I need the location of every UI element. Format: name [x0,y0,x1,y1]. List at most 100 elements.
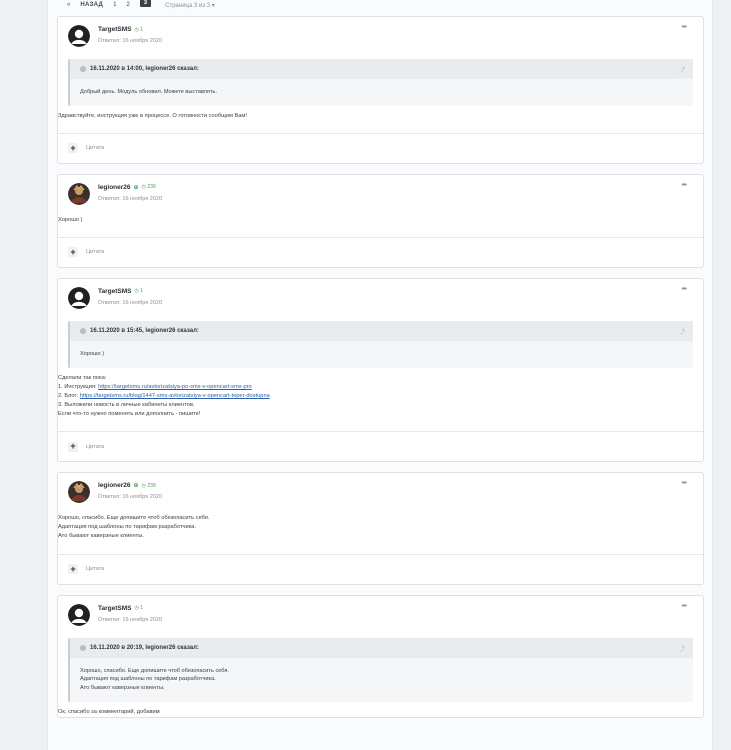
verified-icon: ⊕ [133,483,139,490]
post-content: Ок, спасибо за комментарий, добавим [58,702,703,717]
back-link[interactable]: НАЗАД [80,2,103,8]
post-line: Ок, спасибо за комментарий, добавим [58,708,160,715]
quote-header: 16.11.2020 в 14:00, legioner26 сказал: ⤴ [70,59,693,79]
post-date: Ответил: 16 ноября 2020 [98,38,162,44]
quote-icon [80,66,86,72]
post-header: legioner26 ⊕ ◷ 239 Ответил: 16 ноября 2020 •… [58,175,703,211]
multiquote-plus-button[interactable]: + [68,247,78,258]
more-options-icon[interactable]: ••• [682,24,687,31]
topic-container: « НАЗАД 1 2 3 Страница 3 из 3 ▾ TargetSM… [57,0,704,728]
quote-citation[interactable]: 16.11.2020 в 14:00, legioner26 сказал: [90,66,199,72]
post-header: TargetSMS ◷ 1 Ответил: 16 ноября 2020 ••• [58,17,703,53]
quote-line: Хорошо, спасибо. Еще допишите чтоб обезо… [80,667,229,674]
quote-button[interactable]: Цитата [86,444,104,450]
reputation-badge: ◷ 239 [141,482,156,489]
verified-icon: ⊕ [133,184,139,191]
post-link[interactable]: https://targetsms.ru/blog/1447-sms-avtor… [80,393,270,399]
post-list: TargetSMS ◷ 1 Ответил: 16 ноября 2020 ••• 16… [57,16,704,718]
reputation-count: 239 [147,482,156,489]
post-content: Хорошо ) [58,211,703,225]
post-line-text: 3. Выложили новость в личные кабинеты кл… [58,401,195,408]
post-line: Здравствуйте, инструкция уже в процессе.… [58,112,247,119]
avatar[interactable] [68,25,90,47]
share-arrow-icon[interactable]: ⤴ [679,65,685,74]
post-header: TargetSMS ◷ 1 Ответил: 16 ноября 2020 ••• [58,279,703,315]
author-line: legioner26 ⊕ ◷ 239 [98,482,156,489]
reputation-count: 1 [140,288,144,295]
post-line: Хорошо ) [58,216,83,223]
post-line: 2. Блог: https://targetsms.ru/blog/1447-… [58,392,703,401]
reputation-count: 239 [147,184,156,191]
multiquote-plus-button[interactable]: + [68,441,78,452]
post-line: Ато бывают каверзные клиенты. [58,533,144,540]
post-footer: + Цитата [58,553,703,584]
share-arrow-icon[interactable]: ⤴ [679,327,685,336]
author-name[interactable]: legioner26 [98,482,131,489]
post-line-text: 2. Блог: [58,392,80,399]
page-link-1[interactable]: 1 [113,2,116,8]
post-line: 3. Выложили новость в личные кабинеты кл… [58,401,703,410]
post-line-text: Если что-то нужно поменять или дополнить… [58,411,201,418]
quote-button[interactable]: Цитата [86,249,104,255]
quote-button[interactable]: Цитата [86,566,104,572]
post-date: Ответил: 16 ноября 2020 [98,195,162,202]
more-options-icon[interactable]: ••• [682,603,687,610]
post-link[interactable]: https://targetsms.ru/avtorizatsiya-po-sm… [98,384,252,390]
quote-block: 16.11.2020 в 15:45, legioner26 сказал: ⤴ Х… [68,320,693,368]
quote-citation[interactable]: 16.11.2020 в 15:45, legioner26 сказал: [90,328,199,334]
post-line-text: Сделали так пока: [58,374,107,381]
share-arrow-icon[interactable]: ⤴ [679,644,685,653]
reputation-badge: ◷ 1 [134,605,144,612]
quote-icon [80,327,86,334]
post-footer: + Цитата [58,132,703,163]
post-line: Если что-то нужно поменять или дополнить… [58,410,703,419]
post-footer: + Цитата [58,236,703,267]
reputation-badge: ◷ 1 [134,288,144,295]
post-header: legioner26 ⊕ ◷ 239 Ответил: 16 ноября 2020 •… [58,473,703,509]
reputation-count: 1 [140,26,144,33]
avatar[interactable] [68,286,90,309]
post-content: Здравствуйте, инструкция уже в процессе.… [58,106,703,121]
avatar[interactable] [68,182,90,205]
quote-block: 16.11.2020 в 14:00, legioner26 сказал: ⤴ Д… [68,59,693,106]
quote-citation[interactable]: 16.11.2020 в 20:19, legioner26 сказал: [90,645,199,651]
page-link-2[interactable]: 2 [126,2,129,8]
post-line: Адаптация под шаблоны по тарифам разрабо… [58,524,197,531]
page-link-current[interactable]: 3 [139,0,152,7]
quote-line: Добрый день. Модуль обновил. Можете выст… [80,89,217,95]
more-options-icon[interactable]: ••• [682,286,687,293]
quote-line: Хорошо ) [80,350,105,357]
quote-icon [80,644,86,651]
reputation-count: 1 [140,605,144,612]
post-header: TargetSMS ◷ 1 Ответил: 16 ноября 2020 ••• [58,596,703,632]
post: TargetSMS ◷ 1 Ответил: 16 ноября 2020 ••• 16… [57,277,704,463]
avatar[interactable] [68,603,90,626]
post: TargetSMS ◷ 1 Ответил: 16 ноября 2020 ••• 16… [57,594,704,718]
more-options-icon[interactable]: ••• [682,480,687,487]
avatar[interactable] [68,481,90,504]
post-line: Хорошо, спасибо. Еще допишите чтоб обезо… [58,515,210,522]
quote-header: 16.11.2020 в 15:45, legioner26 сказал: ⤴ [70,320,693,341]
post-date: Ответил: 16 ноября 2020 [98,494,162,501]
multiquote-plus-button[interactable]: + [68,143,78,154]
author-name[interactable]: TargetSMS [98,26,131,33]
author-name[interactable]: TargetSMS [98,288,131,295]
post: legioner26 ⊕ ◷ 239 Ответил: 16 ноября 2020 •… [57,472,704,585]
author-line: TargetSMS ◷ 1 [98,605,143,612]
post-date: Ответил: 16 ноября 2020 [98,299,162,306]
author-name[interactable]: legioner26 [98,184,131,191]
quote-button[interactable]: Цитата [86,145,104,151]
author-name[interactable]: TargetSMS [98,605,131,612]
multiquote-plus-button[interactable]: + [68,564,78,575]
post: legioner26 ⊕ ◷ 239 Ответил: 16 ноября 2020 •… [57,173,704,268]
post-footer: + Цитата [58,431,703,461]
page-jump-dropdown[interactable]: Страница 3 из 3 ▾ [165,2,215,9]
prev-icon[interactable]: « [67,2,70,8]
post-date: Ответил: 16 ноября 2020 [98,616,162,623]
post-line: 1. Инструкция: https://targetsms.ru/avto… [58,383,703,392]
reputation-badge: ◷ 239 [141,184,156,191]
quote-line: Ато бывают каверзные клиенты. [80,684,165,691]
post: TargetSMS ◷ 1 Ответил: 16 ноября 2020 ••• 16… [57,16,704,164]
more-options-icon[interactable]: ••• [682,182,687,189]
post-line: Сделали так пока: [58,374,703,383]
